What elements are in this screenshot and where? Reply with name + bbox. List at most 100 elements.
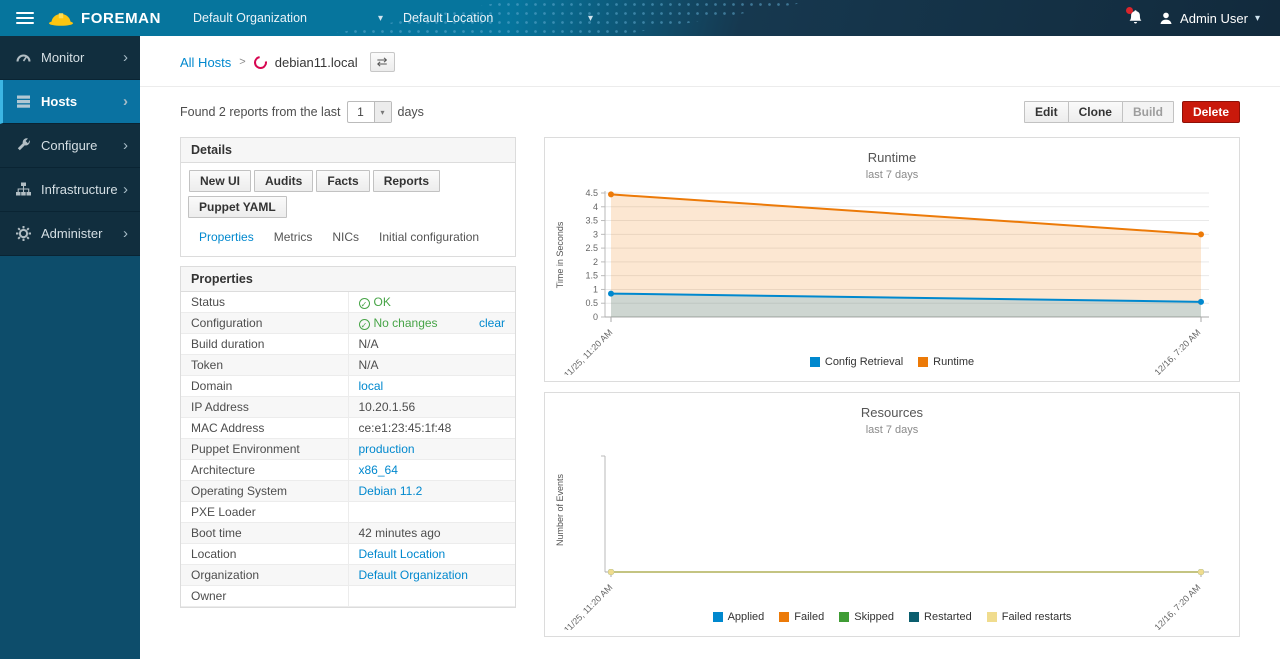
property-label: Puppet Environment: [181, 439, 348, 460]
property-label: Architecture: [181, 460, 348, 481]
new-ui-button[interactable]: New UI: [189, 170, 251, 192]
breadcrumb: All Hosts > debian11.local ⇄: [140, 36, 1280, 87]
resources-chart-legend: Applied Failed Skipped Restarted Failed rest…: [545, 611, 1239, 623]
notifications-button[interactable]: [1128, 9, 1143, 28]
gear-icon: [15, 225, 32, 242]
legend-item-config-retrieval[interactable]: Config Retrieval: [810, 356, 903, 368]
svg-text:Number of Events: Number of Events: [555, 473, 565, 546]
property-label: Owner: [181, 586, 348, 607]
legend-swatch: [779, 612, 789, 622]
property-value: Debian 11.2: [348, 481, 515, 502]
legend-swatch: [839, 612, 849, 622]
tab-metrics[interactable]: Metrics: [264, 227, 323, 247]
resources-chart: 11/25, 11:20 AM12/16, 7:20 AMNumber of E…: [553, 438, 1233, 630]
legend-item-failed[interactable]: Failed: [779, 611, 824, 623]
legend-item-restarted[interactable]: Restarted: [909, 611, 972, 623]
delete-button[interactable]: Delete: [1182, 101, 1240, 123]
reports-button[interactable]: Reports: [373, 170, 440, 192]
debian-os-icon: [251, 53, 269, 71]
hamburger-menu-icon[interactable]: [16, 9, 34, 27]
property-value-link[interactable]: Default Location: [359, 547, 446, 561]
location-selector[interactable]: Default Location ▾: [393, 0, 603, 36]
chevron-down-icon: ▾: [378, 13, 383, 24]
host-switcher-button[interactable]: ⇄: [370, 52, 395, 72]
legend-item-skipped[interactable]: Skipped: [839, 611, 894, 623]
tab-properties[interactable]: Properties: [189, 227, 264, 247]
legend-label: Runtime: [933, 356, 974, 368]
property-value-text: 42 minutes ago: [359, 526, 441, 540]
status-text: OK: [374, 295, 391, 309]
organization-selector[interactable]: Default Organization ▾: [183, 0, 393, 36]
property-value-link[interactable]: Default Organization: [359, 568, 468, 582]
property-value-link[interactable]: production: [359, 442, 415, 456]
clear-link[interactable]: clear: [479, 316, 505, 330]
svg-text:2.5: 2.5: [585, 243, 598, 253]
facts-button[interactable]: Facts: [316, 170, 369, 192]
details-panel-title: Details: [181, 138, 515, 163]
reports-days-label: days: [398, 105, 424, 119]
sidebar-item-label: Infrastructure: [41, 182, 118, 197]
sidebar-nav: Monitor › Hosts›Configure› Infrastructure › A…: [0, 36, 140, 659]
properties-panel: Properties Status✓OKConfiguration✓No cha…: [180, 266, 516, 608]
tab-initial-configuration[interactable]: Initial configuration: [369, 227, 489, 247]
user-icon: [1159, 11, 1173, 25]
audits-button[interactable]: Audits: [254, 170, 313, 192]
property-value-text: N/A: [359, 358, 379, 372]
property-label: Boot time: [181, 523, 348, 544]
table-row: PXE Loader: [181, 502, 515, 523]
legend-label: Failed: [794, 611, 824, 623]
breadcrumb-all-hosts-link[interactable]: All Hosts: [180, 55, 231, 70]
user-name: Admin User: [1180, 11, 1248, 26]
sidebar-item-hosts[interactable]: Hosts›: [0, 80, 140, 124]
puppet-yaml-button[interactable]: Puppet YAML: [188, 196, 287, 218]
clone-button[interactable]: Clone: [1068, 101, 1123, 123]
chevron-right-icon: ›: [123, 182, 128, 197]
report-days-select[interactable]: 1 ▾: [347, 101, 392, 123]
sidebar-item-infrastructure[interactable]: Infrastructure ›: [0, 168, 140, 212]
location-selector-label: Default Location: [403, 11, 493, 25]
runtime-chart-legend: Config Retrieval Runtime: [545, 356, 1239, 368]
property-label: Status: [181, 292, 348, 313]
notification-badge: [1126, 7, 1133, 14]
toolbar: Found 2 reports from the last 1 ▾ days E…: [140, 87, 1280, 127]
property-label: IP Address: [181, 397, 348, 418]
foreman-brand[interactable]: FOREMAN: [48, 10, 161, 27]
user-menu[interactable]: Admin User ▾: [1159, 11, 1260, 26]
table-row: Configuration✓No changesclear: [181, 313, 515, 334]
property-label: Domain: [181, 376, 348, 397]
legend-label: Skipped: [854, 611, 894, 623]
legend-item-applied[interactable]: Applied: [713, 611, 765, 623]
sidebar-item-administer[interactable]: Administer›: [0, 212, 140, 256]
property-value-link[interactable]: Debian 11.2: [359, 484, 423, 498]
sidebar-item-monitor[interactable]: Monitor ›: [0, 36, 140, 80]
property-value-link[interactable]: x86_64: [359, 463, 398, 477]
property-value: N/A: [348, 334, 515, 355]
property-value-text: 10.20.1.56: [359, 400, 416, 414]
sidebar-item-label: Hosts: [41, 94, 77, 109]
property-value-link[interactable]: local: [359, 379, 384, 393]
status-text: No changes: [374, 316, 438, 330]
sidebar-item-configure[interactable]: Configure›: [0, 124, 140, 168]
report-days-value: 1: [348, 102, 374, 122]
sidebar-item-label: Administer: [41, 226, 102, 241]
svg-text:0.5: 0.5: [585, 298, 598, 308]
edit-button[interactable]: Edit: [1024, 101, 1069, 123]
chevron-right-icon: ›: [123, 50, 128, 65]
property-value: local: [348, 376, 515, 397]
properties-panel-title: Properties: [181, 267, 515, 292]
details-tabs: PropertiesMetricsNICsInitial configurati…: [181, 225, 515, 256]
main-content: All Hosts > debian11.local ⇄ Found 2 rep…: [140, 0, 1280, 667]
legend-item-runtime[interactable]: Runtime: [918, 356, 974, 368]
property-value: Default Location: [348, 544, 515, 565]
table-row: Architecture x86_64: [181, 460, 515, 481]
legend-item-failed-restarts[interactable]: Failed restarts: [987, 611, 1072, 623]
tab-nics[interactable]: NICs: [322, 227, 369, 247]
legend-swatch: [713, 612, 723, 622]
sidebar-item-label: Monitor: [41, 50, 84, 65]
ok-icon: ✓: [359, 319, 370, 330]
legend-label: Failed restarts: [1002, 611, 1072, 623]
property-label: Operating System: [181, 481, 348, 502]
legend-label: Config Retrieval: [825, 356, 903, 368]
property-value: N/A: [348, 355, 515, 376]
sidebar-item-label: Configure: [41, 138, 97, 153]
